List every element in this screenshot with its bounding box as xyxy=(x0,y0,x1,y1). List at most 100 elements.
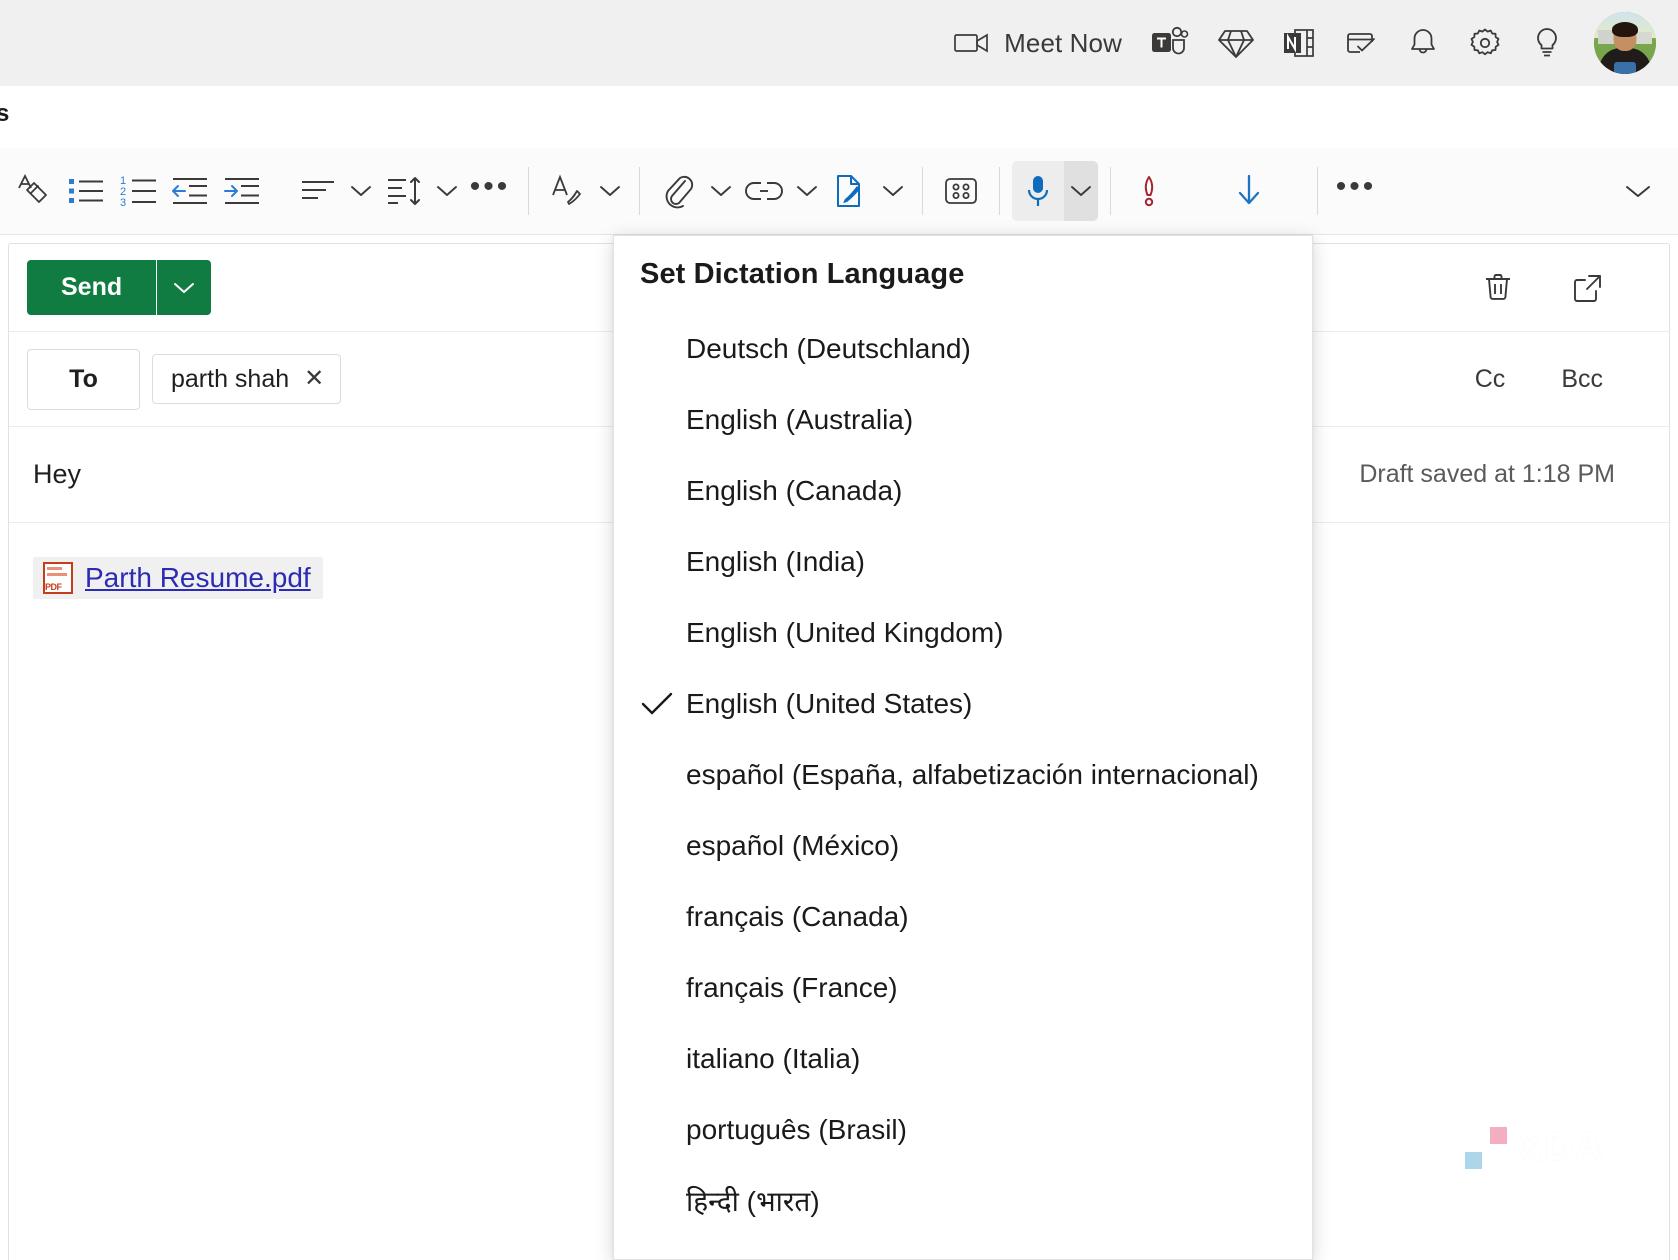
pdf-icon-line-1 xyxy=(47,567,62,570)
bulleted-list-icon xyxy=(66,174,106,208)
draft-with-copilot-button[interactable] xyxy=(824,163,876,219)
language-menu-item[interactable]: français (Canada) xyxy=(614,881,1312,952)
recipient-pill[interactable]: parth shah ✕ xyxy=(152,354,342,404)
todo-icon-button[interactable] xyxy=(1330,11,1392,75)
increase-indent-icon xyxy=(221,174,263,208)
send-options-caret[interactable] xyxy=(157,260,212,315)
checkmark-icon xyxy=(628,691,686,717)
line-spacing-dropdown-caret[interactable] xyxy=(430,163,464,219)
avatar-shirt-detail xyxy=(1614,62,1636,74)
align-dropdown-caret[interactable] xyxy=(344,163,378,219)
language-menu-item[interactable]: italiano (Italia) xyxy=(614,1023,1312,1094)
language-menu-item[interactable]: हिन्दी (भारत) xyxy=(614,1165,1312,1236)
bcc-button[interactable]: Bcc xyxy=(1553,359,1611,400)
language-menu-item[interactable]: English (United States) xyxy=(614,668,1312,739)
draft-status-text: Draft saved at 1:18 PM xyxy=(1359,460,1615,488)
language-menu-item[interactable]: español (España, alfabetización internac… xyxy=(614,739,1312,810)
diamond-icon xyxy=(1218,26,1254,60)
align-icon xyxy=(298,176,338,206)
chevron-down-icon xyxy=(796,184,818,198)
menu-title: Set Dictation Language xyxy=(640,258,965,290)
onenote-icon-button[interactable] xyxy=(1268,11,1330,75)
attach-dropdown-caret[interactable] xyxy=(704,163,738,219)
chevron-down-icon xyxy=(710,184,732,198)
language-menu-item[interactable]: English (Canada) xyxy=(614,455,1312,526)
to-field-label-button[interactable]: To xyxy=(27,348,140,410)
popout-icon xyxy=(1571,271,1605,305)
download-button[interactable] xyxy=(1223,163,1275,219)
language-menu-item-label: français (Canada) xyxy=(686,900,909,932)
chevron-down-icon xyxy=(882,184,904,198)
apps-button[interactable] xyxy=(935,163,987,219)
dictate-split-button xyxy=(1012,161,1098,221)
dictate-dropdown-caret[interactable] xyxy=(1064,161,1098,221)
chevron-down-icon xyxy=(436,184,458,198)
language-menu-item[interactable]: Deutsch (Deutschland) xyxy=(614,313,1312,384)
attachment-file-name[interactable]: Parth Resume.pdf xyxy=(85,562,311,594)
notifications-button[interactable] xyxy=(1392,11,1454,75)
language-menu-item-label: English (India) xyxy=(686,545,865,577)
decrease-indent-button[interactable] xyxy=(164,163,216,219)
subject-input[interactable]: Hey xyxy=(33,459,81,490)
dictate-button[interactable] xyxy=(1012,163,1064,219)
cc-bcc-group: Cc Bcc xyxy=(1467,359,1651,400)
avatar-hair xyxy=(1612,22,1638,37)
send-split-button: Send xyxy=(27,260,212,315)
line-spacing-button[interactable] xyxy=(378,163,430,219)
attachment-chip[interactable]: PDF Parth Resume.pdf xyxy=(33,557,323,599)
signature-button[interactable] xyxy=(541,163,593,219)
teams-icon-button[interactable] xyxy=(1136,11,1204,75)
cc-button[interactable]: Cc xyxy=(1467,359,1514,400)
align-button[interactable] xyxy=(292,163,344,219)
avatar[interactable] xyxy=(1594,12,1656,74)
language-menu-item[interactable]: English (Australia) xyxy=(614,384,1312,455)
attach-button[interactable] xyxy=(652,163,704,219)
importance-icon xyxy=(1136,171,1162,211)
send-button[interactable]: Send xyxy=(27,260,158,315)
toolbar-separator xyxy=(1110,167,1111,215)
signature-dropdown-caret[interactable] xyxy=(593,163,627,219)
more-options-button[interactable]: ••• xyxy=(1330,163,1382,219)
importance-button[interactable] xyxy=(1123,163,1175,219)
toolbar-separator xyxy=(1317,167,1318,215)
cut-off-text: s xyxy=(0,100,10,127)
copilot-dropdown-caret[interactable] xyxy=(876,163,910,219)
language-menu-item-label: English (United States) xyxy=(686,687,973,719)
language-menu-item[interactable]: español (México) xyxy=(614,810,1312,881)
pdf-icon-label: PDF xyxy=(45,582,62,592)
discard-button[interactable] xyxy=(1475,265,1521,311)
language-menu-item[interactable]: English (United Kingdom) xyxy=(614,597,1312,668)
more-formatting-button[interactable]: ••• xyxy=(464,163,516,219)
language-menu-item[interactable]: English (India) xyxy=(614,526,1312,597)
attach-icon xyxy=(660,171,696,211)
settings-button[interactable] xyxy=(1454,11,1516,75)
increase-indent-button[interactable] xyxy=(216,163,268,219)
download-icon xyxy=(1232,171,1266,211)
numbered-list-button[interactable]: 1 2 3 xyxy=(112,163,164,219)
suite-bar-actions: Meet Now xyxy=(940,11,1656,75)
lightbulb-icon xyxy=(1532,26,1562,60)
link-button[interactable] xyxy=(738,163,790,219)
compose-action-icons xyxy=(1475,265,1651,311)
language-menu-item[interactable]: português (Brasil) xyxy=(614,1094,1312,1165)
popout-button[interactable] xyxy=(1565,265,1611,311)
meet-now-button[interactable]: Meet Now xyxy=(940,11,1136,75)
collapse-ribbon-icon xyxy=(1625,183,1651,199)
language-menu-item-label: español (España, alfabetización internac… xyxy=(686,758,1259,790)
language-menu-item-label: italiano (Italia) xyxy=(686,1042,861,1074)
dictation-language-menu: Set Dictation Language Deutsch (Deutschl… xyxy=(613,235,1313,1260)
onenote-icon xyxy=(1282,26,1316,60)
link-dropdown-caret[interactable] xyxy=(790,163,824,219)
language-menu-item[interactable]: français (France) xyxy=(614,952,1312,1023)
clear-formatting-button[interactable] xyxy=(8,163,60,219)
collapse-ribbon-button[interactable] xyxy=(1616,169,1660,213)
diamond-icon-button[interactable] xyxy=(1204,11,1268,75)
remove-recipient-icon[interactable]: ✕ xyxy=(304,367,324,391)
recipient-name: parth shah xyxy=(171,364,290,393)
language-list: Deutsch (Deutschland) English (Australia)… xyxy=(614,291,1312,1236)
language-menu-item-label: English (Canada) xyxy=(686,474,903,506)
bulleted-list-button[interactable] xyxy=(60,163,112,219)
tips-button[interactable] xyxy=(1516,11,1578,75)
language-menu-item-label: हिन्दी (भारत) xyxy=(686,1185,820,1217)
todo-icon xyxy=(1344,26,1378,60)
